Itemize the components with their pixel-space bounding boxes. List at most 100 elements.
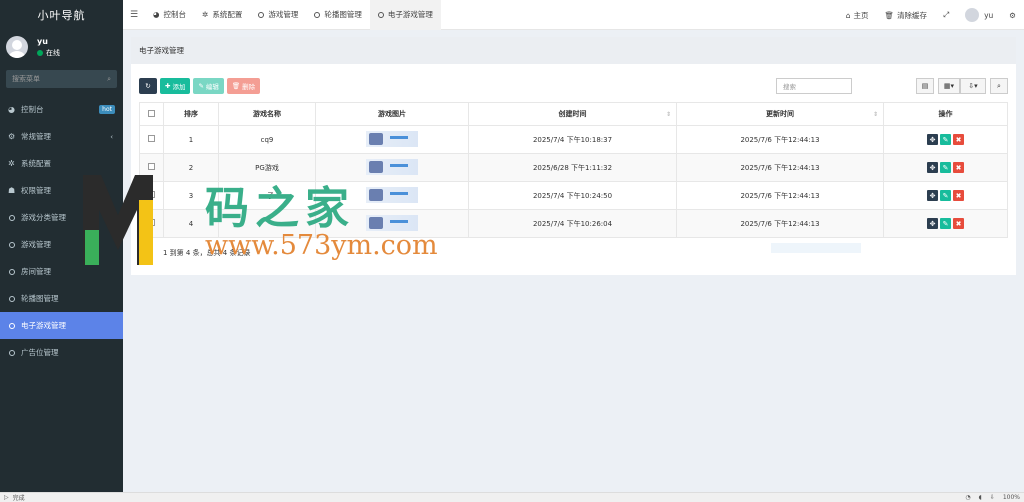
header-created[interactable]: 创建时间 ⇕ [468,102,677,126]
dashboard-icon: ◕ [153,10,160,19]
settings-icon[interactable]: ⚙ [1001,11,1024,20]
sidebar-item-electronic-games[interactable]: 电子游戏管理 [0,312,123,339]
user-menu[interactable]: yu [957,8,1001,22]
delete-icon[interactable]: ✖ [953,134,964,145]
cell-created: 2025/6/28 下午1:11:32 [468,153,677,182]
status-bar: ▷ 完成 ◔ ◖ ⇩ 100% [0,492,1024,502]
move-icon[interactable]: ✥ [927,162,938,173]
cell-created: 2025/7/4 下午10:24:50 [468,181,677,210]
sidebar-item-label: 游戏分类管理 [21,213,66,222]
add-button[interactable]: ✚ 添加 [160,78,191,94]
plus-icon: ✚ [165,82,171,90]
cell-updated: 2025/7/6 下午12:44:13 [676,153,884,182]
cell-updated: 2025/7/6 下午12:44:13 [676,209,884,238]
sidebar-item-carousel[interactable]: 轮播图管理 [0,285,123,312]
menu-search-input[interactable]: 搜索菜单 ⌕ [6,70,117,88]
sidebar-item-label: 系统配置 [21,159,51,168]
user-name: yu [37,36,48,46]
edit-icon[interactable]: ✎ [940,162,951,173]
cell-created: 2025/7/4 下午10:18:37 [468,125,677,154]
sidebar-item-general[interactable]: ⚙ 常规管理 ‹ [0,123,123,150]
header-image[interactable]: 游戏图片 [315,102,469,126]
delete-icon[interactable]: ✖ [953,218,964,229]
cell-updated: 2025/7/6 下午12:44:13 [676,125,884,154]
move-icon[interactable]: ✥ [927,190,938,201]
tab-game-management[interactable]: 游戏管理 [250,0,306,30]
header-name[interactable]: 游戏名称 [218,102,316,126]
header-updated[interactable]: 更新时间 ⇕ [676,102,884,126]
brand-logo[interactable]: 小叶导航 [0,0,123,30]
shield-icon: ◔ [965,494,971,501]
move-icon[interactable]: ✥ [927,218,938,229]
tab-dashboard[interactable]: ◕ 控制台 [145,0,194,30]
select-all-checkbox-cell[interactable] [139,102,164,126]
chevron-left-icon: ‹ [110,132,113,141]
circle-icon [9,322,15,329]
row-checkbox[interactable] [148,135,155,142]
cogs-icon: ⚙ [8,132,16,141]
refresh-button[interactable]: ↻ [139,78,157,94]
home-link[interactable]: ⌂ 主页 [838,10,877,21]
sort-icon: ⇕ [665,111,671,118]
cell-name: cq9 [218,125,316,154]
ghost-placeholder [771,243,861,253]
user-panel: yu 在线 [0,30,123,64]
edit-icon[interactable]: ✎ [940,134,951,145]
edit-icon[interactable]: ✎ [940,190,951,201]
view-toggle-button[interactable]: ▤ [916,78,934,94]
users-icon: ☗ [8,186,16,195]
sidebar-item-label: 权限管理 [21,186,51,195]
search-input[interactable]: 搜索 [776,78,852,94]
sort-icon: ⇕ [872,111,878,118]
online-dot-icon [37,49,43,56]
table-tools: ▤ ▦▾ ⇩▾ ⌕ [916,78,1008,94]
select-all-checkbox[interactable] [148,109,155,117]
export-icon: ⇩▾ [968,82,978,90]
delete-button[interactable]: 🗑 删除 [226,78,261,94]
clear-cache-button[interactable]: 🗑 清除缓存 [877,10,936,21]
cell-updated: 2025/7/6 下午12:44:13 [676,181,884,210]
columns-button[interactable]: ▦▾ [938,78,960,94]
sidebar-item-label: 电子游戏管理 [21,321,66,330]
search-icon: ⌕ [107,74,111,83]
avatar [965,8,980,22]
search-icon: ⌕ [997,81,1001,90]
table-row[interactable]: 1 cq9 2025/7/4 下午10:18:37 2025/7/6 下午12:… [139,125,1008,154]
watermark-text: 码之家 [205,183,355,234]
pencil-icon: ✎ [198,82,204,90]
sidebar-item-dashboard[interactable]: ◕ 控制台 hot [0,96,123,123]
tab-carousel[interactable]: 轮播图管理 [306,0,370,30]
zoom-level[interactable]: 100% [1003,494,1020,501]
circle-icon [314,11,321,18]
header-sort[interactable]: 排序 [163,102,219,126]
tab-system-config[interactable]: ✲ 系统配置 [194,0,250,30]
sidebar-item-label: 游戏管理 [21,240,51,249]
cell-created: 2025/7/4 下午10:26:04 [468,209,677,238]
sidebar-item-ad-slots[interactable]: 广告位管理 [0,339,123,366]
list-icon: ▤ [921,82,929,90]
trash-icon: 🗑 [884,10,895,20]
tab-electronic-games[interactable]: 电子游戏管理 [369,0,441,30]
home-icon: ⌂ [845,10,851,20]
download-icon: ⇩ [989,494,995,501]
delete-icon[interactable]: ✖ [953,162,964,173]
move-icon[interactable]: ✥ [927,134,938,145]
gear-icon: ✲ [202,10,209,19]
delete-icon[interactable]: ✖ [953,190,964,201]
sidebar-item-label: 控制台 [21,105,44,114]
trash-icon: 🗑 [231,82,241,90]
dashboard-icon: ◕ [8,105,15,114]
advanced-search-button[interactable]: ⌕ [990,78,1008,94]
game-image[interactable] [366,130,418,147]
edit-icon[interactable]: ✎ [940,218,951,229]
export-button[interactable]: ⇩▾ [960,78,986,94]
circle-icon [258,11,265,18]
fullscreen-icon[interactable]: ⤢ [935,10,957,20]
hamburger-menu-icon[interactable]: ☰ [123,10,145,20]
sidebar-item-label: 轮播图管理 [21,294,59,303]
row-checkbox[interactable] [148,163,155,170]
circle-icon [377,11,384,18]
topbar: ☰ ◕ 控制台 ✲ 系统配置 游戏管理 轮播图管理 电子游戏管理 ⌂ 主页 🗑 清除缓存… [123,0,1024,30]
circle-icon [9,268,15,275]
edit-button[interactable]: ✎ 编辑 [193,78,224,94]
